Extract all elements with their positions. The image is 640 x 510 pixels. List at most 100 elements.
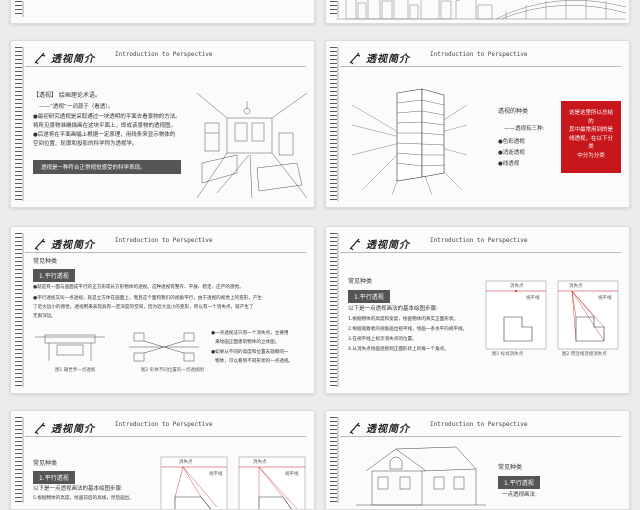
horizon-label: 视平线 [209,472,223,477]
callout-line: 中分为分类 [577,152,605,159]
section-tag: 1.平行透视 [33,269,75,282]
spiral-binding [330,417,339,503]
slide-parallel-perspective[interactable]: 透视简介 Introduction to Perspective 常见种类 1.… [10,226,315,394]
slide-header: 透视简介 Introduction to Perspective [33,50,213,65]
callout-line: 线透视，在以下分类 [568,135,613,151]
type-item: ●色彩透视 [498,139,525,145]
building-perspective-sketch [351,88,468,196]
type-item: ●线透视 [498,161,520,167]
steps-intro: 以下是一点透视画法的基本绘图步骤: [33,486,123,492]
header-divider [340,252,621,253]
horizon-label: 视平线 [285,472,299,477]
horizon-label: 视平线 [526,296,540,301]
house-perspective-sketch [356,446,486,506]
step-line: 3.在视平线上标示消失点的位置。 [348,337,417,342]
slide-top-right[interactable] [325,0,630,24]
figure-caption: 图1 箱世界一点透视 [55,368,96,373]
figure-connected-lines [557,280,619,350]
vanishing-point-label: 消失点 [569,284,583,289]
vanishing-point-label: 消失点 [253,460,267,465]
vanishing-point-label: 消失点 [179,460,193,465]
callout-line: 其中最常用到的是 [568,127,613,134]
summary-callout: 这是这里所以总结的 其中最常用到的是 线透视，在以下分类 中分为分类 [561,101,621,173]
brand-title: 透视简介 [51,240,95,251]
section-heading: 【透视】 绘画理论术语。 [33,92,101,99]
bullet-line: ●一点透视法只有一个消失点，主要用 [211,331,289,336]
slide-header: 透视简介 Introduction to Perspective [348,420,528,435]
pen-icon [34,422,46,434]
paragraph-line: 了近大远小的感觉。透视用来表现具有一定深度的空间，因为近大远小的变形，所以有一个… [33,305,254,310]
brand-subtitle: Introduction to Perspective [430,421,528,428]
step-line: 4.从消失点绘画连接到正面形状上的每一个角点。 [348,347,449,352]
paragraph-line: 将所见景物准确描画在这块平面上，即成该景物的透视图。 [33,123,177,129]
bullet-line: 物体，可以看到不同形状的一点透视。 [215,359,294,364]
pen-icon [349,422,361,434]
figure-step5-right [238,456,306,509]
city-skyline-sketch [336,0,627,20]
pen-icon [34,52,46,64]
spiral-binding [15,417,24,503]
paragraph-line: ●就是有一面与画面成平行的正方形或长方形物体的透视。这种透视有整齐、平展、稳定、… [33,285,244,290]
section-tag: 1.平行透视 [33,471,75,484]
step-line: 5.根据物体的高度，绘画前后的高线，然后画出。 [33,496,134,501]
brand-subtitle: Introduction to Perspective [115,421,213,428]
spiral-binding [330,47,339,201]
brand-subtitle: Introduction to Perspective [115,237,213,244]
slide-one-point-steps[interactable]: 透视简介 Introduction to Perspective 常见种类 1.… [325,226,630,394]
pen-icon [34,238,46,250]
section-title: 常见种类 [33,460,58,467]
header-divider [25,436,306,437]
figure-step5-left [160,456,228,509]
callout-line: 这是这里所以总结的 [568,110,613,125]
step-line: 1.根据物体的高度和宽度，绘画物体的真实正面形状。 [348,317,459,322]
figure-vanishing-point [485,280,547,350]
brand-title: 透视简介 [51,54,95,65]
section-tag: 1.平行透视 [348,290,390,303]
bullet-line: 来绘画正面建筑物体的立体图。 [215,340,280,345]
section-tag: 1.平行透视 [498,476,540,489]
step-line: 2.根据观察者的视角画出视平线，绘画一条水平的视平线。 [348,327,468,332]
section-title: 常见种类 [33,258,58,265]
figure-caption: 图2 形体不同位置的一点透视图 [141,368,204,373]
slide-house-perspective[interactable]: 透视简介 Introduction to Perspective 常见种类 1.… [325,410,630,510]
slide-one-point-steps-continued[interactable]: 透视简介 Introduction to Perspective 常见种类 1.… [10,410,315,510]
brand-title: 透视简介 [366,240,410,251]
section-title: 常见种类 [498,464,523,471]
steps-intro: 以下是一点透视画法的基本绘图步骤: [348,306,438,312]
header-divider [340,66,621,67]
spiral-binding [15,47,24,201]
slide-header: 透视简介 Introduction to Perspective [348,236,528,251]
slide-perspective-definition[interactable]: 透视简介 Introduction to Perspective 【透视】 绘画… [10,40,315,208]
brand-subtitle: Introduction to Perspective [115,51,213,58]
slide-header: 透视简介 Introduction to Perspective [33,236,213,251]
horizon-label: 视平线 [598,296,612,301]
figure-caption: 图2 用连线连接消失点 [562,352,607,357]
pen-icon [349,52,361,64]
types-title: 透视的种类 [498,108,529,115]
section-title: 常见种类 [348,278,373,285]
brand-title: 透视简介 [366,54,410,65]
interior-room-sketch [196,92,308,199]
sub-heading: 一点透视画法 [502,492,536,498]
paragraph-line: 无限深远。 [33,314,56,319]
types-intro: ——透视有三种: [504,126,545,132]
bullet-line: ●如果从不同的高度和位置去观察同一 [211,350,289,355]
slide-header: 透视简介 Introduction to Perspective [33,420,213,435]
boxes-one-point-sketch [129,332,199,362]
vanishing-point-label: 消失点 [510,284,524,289]
spiral-binding [330,233,339,387]
type-item: ●消逝透视 [498,150,525,156]
brand-subtitle: Introduction to Perspective [430,51,528,58]
paragraph-line: ●后遂将在平面画幅上根据一定原理，用线条来显示物体的 [33,132,176,138]
slide-header: 透视简介 Introduction to Perspective [348,50,528,65]
header-divider [25,66,306,67]
figure-caption: 图1 标式消失点 [492,352,524,357]
paragraph-line: ——“透视”一词源于（看透）。 [39,104,114,110]
slide-top-left[interactable] [10,0,315,24]
pen-icon [349,238,361,250]
paragraph-line: ●最初研究透视是采取通过一块透明的平面去看景物的方法。 [33,114,181,120]
paragraph-line: 空间位置、轮廓和投影的科学称为透视学。 [33,141,138,147]
slide-perspective-types[interactable]: 透视简介 Introduction to Perspective 透视的种类 —… [325,40,630,208]
brand-title: 透视简介 [366,424,410,435]
header-divider [340,436,621,437]
